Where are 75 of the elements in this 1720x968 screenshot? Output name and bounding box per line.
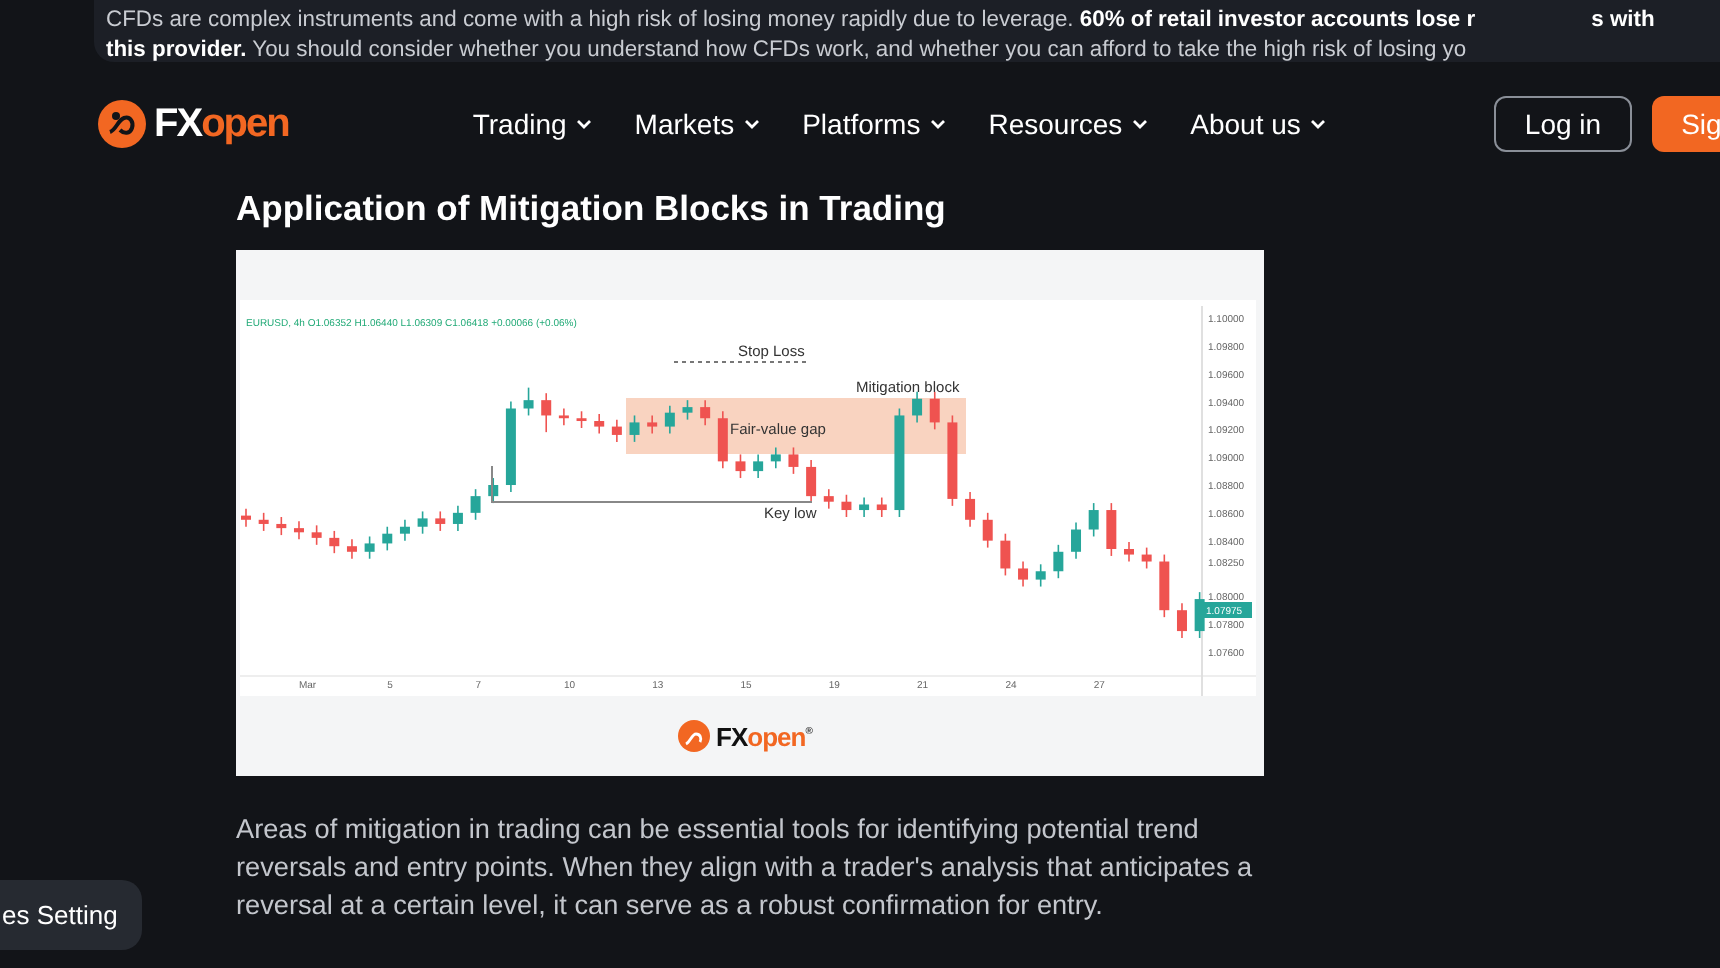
candlestick <box>258 512 269 532</box>
candlestick <box>1088 502 1099 538</box>
candlestick <box>470 488 481 521</box>
candlestick <box>876 496 887 518</box>
candlestick <box>364 535 375 560</box>
candlestick <box>523 386 534 417</box>
chevron-down-icon <box>744 118 761 130</box>
chevron-down-icon <box>1310 118 1327 130</box>
candlestick <box>1071 521 1081 560</box>
candlestick <box>1035 563 1046 588</box>
candlestick <box>859 496 870 518</box>
candlestick <box>1000 532 1011 577</box>
nav-menu-item[interactable]: Platforms <box>802 108 947 140</box>
candlestick <box>1177 602 1187 639</box>
candlestick <box>682 399 693 421</box>
candlestick <box>753 453 764 479</box>
article-heading: Application of Mitigation Blocks in Trading <box>236 186 948 232</box>
candlestick <box>823 488 834 510</box>
candlestick <box>1053 544 1064 579</box>
candlestick <box>488 477 499 504</box>
candlestick <box>894 407 905 518</box>
candlestick <box>558 407 569 426</box>
candlestick <box>241 507 251 528</box>
candlestick <box>1124 541 1134 563</box>
candlestick <box>1141 546 1152 570</box>
candlestick <box>276 516 287 536</box>
candlestick <box>417 510 428 535</box>
login-button[interactable]: Log in <box>1494 96 1632 152</box>
candlestick <box>399 519 410 542</box>
candlestick <box>982 512 993 549</box>
candlestick <box>382 525 393 552</box>
risk-warning-text: CFDs are complex instruments and come with a high risk of losing money rapidly due to leverage. 60% of retail investor accounts lose r <box>106 6 1476 36</box>
candlestick <box>1018 560 1029 588</box>
candlestick <box>594 413 605 435</box>
risk-warning-text: s with <box>1591 6 1655 36</box>
candlestick <box>841 493 852 518</box>
candlestick <box>788 446 799 475</box>
candlestick <box>664 404 675 435</box>
candlestick <box>505 400 516 493</box>
nav-menu-item[interactable]: Resources <box>988 108 1149 140</box>
candlestick <box>965 491 976 528</box>
chevron-down-icon <box>930 118 947 130</box>
leader-line <box>673 361 811 363</box>
candlestick <box>611 418 622 443</box>
chevron-down-icon <box>576 118 593 130</box>
candlestick <box>435 510 446 532</box>
risk-warning-text: this provider. You should consider whether you understand how CFDs work, and whether you can afford to take the high risk of losing yo <box>106 36 1469 66</box>
candlestick <box>329 530 340 554</box>
candlestick <box>700 399 711 426</box>
chevron-down-icon <box>1132 118 1149 130</box>
candlestick <box>629 414 640 443</box>
candlestick <box>1159 553 1170 618</box>
candlestick <box>294 520 304 541</box>
candlestick <box>735 453 746 479</box>
candlestick <box>346 538 357 560</box>
article-paragraph: Areas of mitigation in trading can be essential tools for identifying potential trend reversals and entry points. When they align with a trader's analysis that anticipates a reversal at a certain level, it can serve as a robust confirmation for entry. <box>236 812 1255 924</box>
candlestick <box>1106 502 1117 557</box>
nav-menu-item[interactable]: Trading <box>472 108 593 140</box>
candlestick <box>452 505 463 532</box>
candlestick <box>1194 591 1205 639</box>
nav-menu-item[interactable]: About us <box>1190 108 1327 140</box>
cookie-settings-button[interactable]: es Setting <box>0 880 142 950</box>
candlestick <box>647 414 658 435</box>
nav-menu-item[interactable]: Markets <box>634 108 761 140</box>
candlestick <box>806 459 817 504</box>
candlestick <box>912 391 923 424</box>
candlestick <box>717 410 728 470</box>
logo-text[interactable]: FXopen <box>154 101 289 147</box>
candlestick <box>576 410 587 429</box>
logo-text: FXopen$^{®}$ <box>716 722 812 752</box>
candlestick <box>929 391 940 431</box>
candlestick <box>311 524 322 546</box>
candlestick <box>541 392 552 433</box>
candlestick <box>947 414 958 507</box>
candlestick <box>770 446 781 470</box>
